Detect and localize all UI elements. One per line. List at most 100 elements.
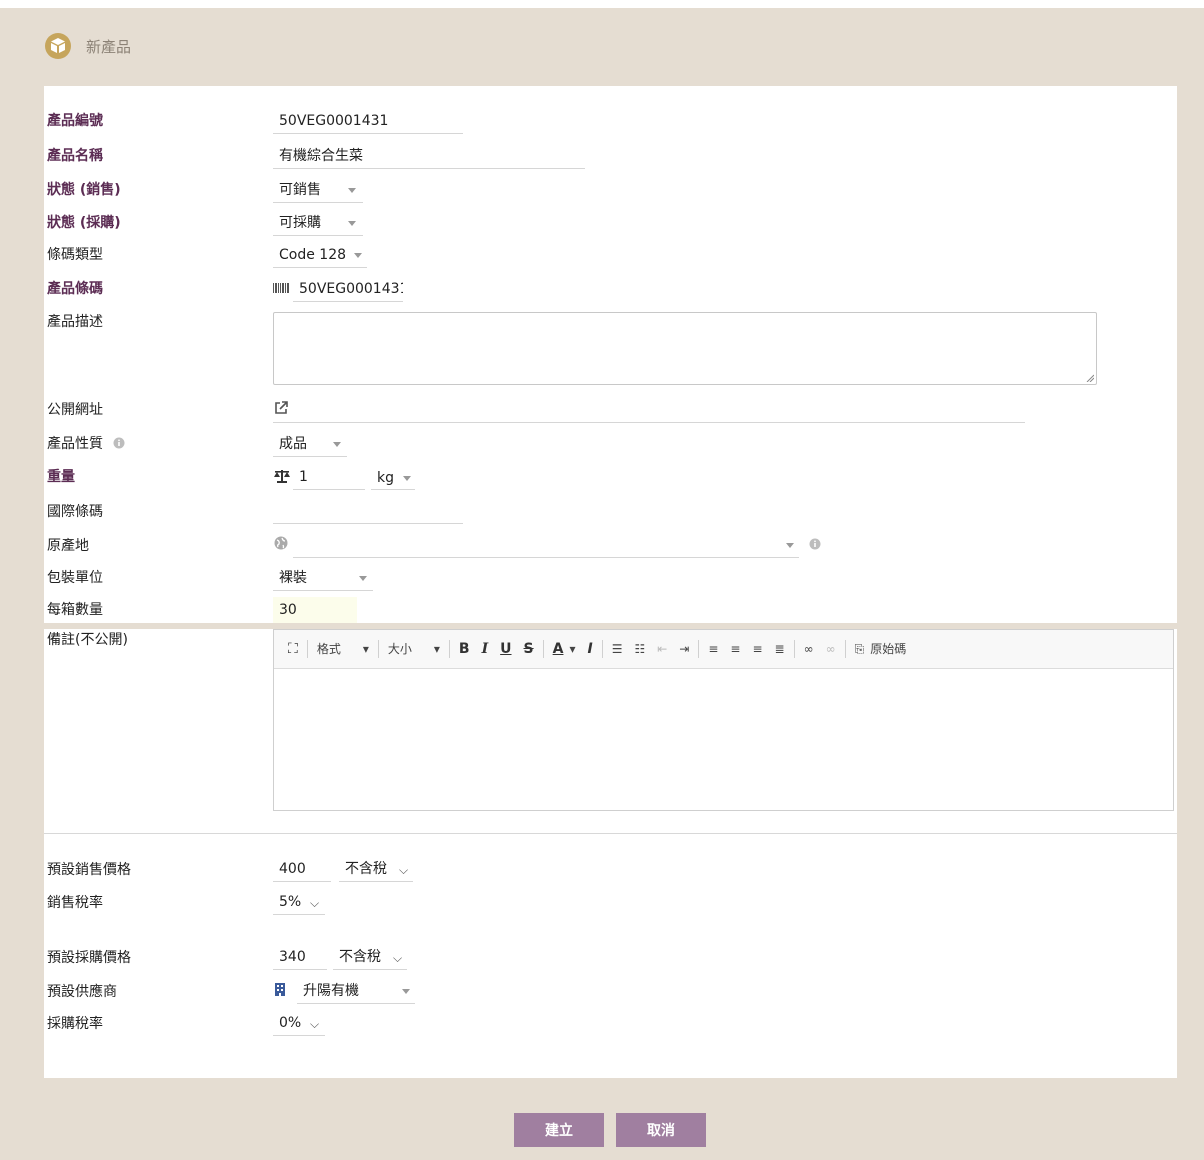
- size-dropdown[interactable]: 大小: [382, 640, 418, 658]
- sale-price-input[interactable]: 400: [279, 860, 306, 878]
- align-center-icon[interactable]: ≡: [724, 640, 746, 658]
- strikethrough-icon[interactable]: S: [518, 640, 540, 658]
- purchase-price-label: 預設採購價格: [47, 950, 131, 966]
- description-label: 產品描述: [47, 314, 103, 330]
- chevron-down-icon[interactable]: [786, 543, 794, 548]
- product-barcode-input[interactable]: 50VEG0001431: [299, 280, 403, 298]
- sale-status-label: 狀態 (銷售): [47, 182, 121, 198]
- remove-format-icon[interactable]: I: [581, 640, 598, 658]
- bulleted-list-icon[interactable]: ☷: [628, 640, 651, 658]
- chevron-down-icon[interactable]: ⌵: [310, 1015, 319, 1033]
- italic-icon[interactable]: I: [476, 640, 495, 658]
- toolbar-separator: [698, 640, 700, 658]
- justify-icon[interactable]: ≣: [769, 640, 791, 658]
- underline-icon[interactable]: U: [494, 640, 517, 658]
- product-nature-label: 產品性質: [47, 436, 103, 452]
- maximize-icon[interactable]: ⛶: [274, 640, 304, 658]
- chevron-down-icon[interactable]: ▾: [347, 640, 375, 658]
- link-icon[interactable]: ∞: [798, 640, 820, 658]
- indent-icon[interactable]: ⇥: [673, 640, 695, 658]
- chevron-down-icon[interactable]: ⌵: [310, 894, 319, 912]
- info-icon[interactable]: [113, 437, 125, 449]
- sale-tax-label: 銷售稅率: [47, 895, 103, 911]
- chevron-down-icon[interactable]: [333, 442, 341, 447]
- toolbar-separator: [448, 640, 450, 658]
- purchase-tax-select[interactable]: 0%: [279, 1014, 301, 1032]
- purchase-status-label: 狀態 (採購): [47, 215, 121, 231]
- per-box-value: 30: [279, 602, 297, 618]
- building-icon: [275, 983, 285, 996]
- weight-unit-select[interactable]: kg: [377, 469, 394, 487]
- chevron-down-icon[interactable]: ⌵: [393, 949, 402, 967]
- notes-editor[interactable]: ⛶ 格式 ▾ 大小 ▾ B I U S A ▾ I ☰ ☷ ⇤ ⇥ ≡ ≡ ≡ …: [273, 629, 1174, 811]
- external-link-icon[interactable]: [274, 401, 288, 415]
- box-icon: [45, 33, 71, 59]
- barcode-type-select[interactable]: Code 128: [279, 246, 346, 264]
- chevron-down-icon[interactable]: [348, 188, 356, 193]
- sale-status-underline: [273, 202, 363, 203]
- public-url-label: 公開網址: [47, 402, 103, 418]
- toolbar-separator: [542, 640, 544, 658]
- origin-select[interactable]: [293, 557, 799, 558]
- chevron-down-icon[interactable]: [354, 253, 362, 258]
- purchase-price-input[interactable]: 340: [279, 948, 306, 966]
- align-left-icon[interactable]: ≡: [702, 640, 724, 658]
- chevron-down-icon[interactable]: ▾: [418, 640, 446, 658]
- purchase-status-select[interactable]: 可採購: [279, 214, 321, 232]
- purchase-tax-label: 採購稅率: [47, 1016, 103, 1032]
- bold-icon[interactable]: B: [453, 640, 476, 658]
- sale-tax-mode-select[interactable]: 不含稅: [345, 860, 387, 878]
- form-card: [44, 86, 1177, 1078]
- product-barcode-label: 產品條碼: [47, 281, 103, 297]
- sale-status-select[interactable]: 可銷售: [279, 181, 321, 199]
- weight-input[interactable]: 1: [299, 468, 308, 486]
- purchase-tax-mode-underline: [333, 969, 407, 970]
- sale-tax-underline: [273, 914, 325, 915]
- weight-underline: [293, 489, 365, 490]
- packaging-underline: [273, 590, 373, 591]
- sale-tax-mode-underline: [339, 881, 413, 882]
- numbered-list-icon[interactable]: ☰: [606, 640, 629, 658]
- chevron-down-icon[interactable]: [348, 221, 356, 226]
- source-button[interactable]: 原始碼: [870, 640, 912, 658]
- product-nature-select[interactable]: 成品: [279, 435, 307, 453]
- chevron-down-icon[interactable]: ▾: [569, 640, 581, 658]
- product-nature-underline: [273, 456, 347, 457]
- product-name-input[interactable]: 有機綜合生菜: [279, 147, 363, 165]
- product-code-underline: [273, 133, 463, 134]
- origin-label: 原產地: [47, 538, 89, 554]
- sale-price-underline: [273, 881, 331, 882]
- product-barcode-underline: [293, 301, 403, 302]
- outdent-icon[interactable]: ⇤: [651, 640, 673, 658]
- create-button[interactable]: 建立: [514, 1113, 604, 1147]
- text-color-icon[interactable]: A: [547, 640, 570, 658]
- chevron-down-icon[interactable]: [402, 989, 410, 994]
- intl-barcode-label: 國際條碼: [47, 504, 103, 520]
- purchase-tax-mode-select[interactable]: 不含稅: [339, 948, 381, 966]
- purchase-price-underline: [273, 969, 327, 970]
- chevron-down-icon[interactable]: [403, 476, 411, 481]
- chevron-down-icon[interactable]: [359, 576, 367, 581]
- sale-tax-select[interactable]: 5%: [279, 893, 301, 911]
- chevron-down-icon[interactable]: ⌵: [399, 861, 408, 879]
- intl-barcode-input[interactable]: [273, 523, 463, 524]
- unlink-icon[interactable]: ∞: [820, 640, 842, 658]
- packaging-label: 包裝單位: [47, 570, 103, 586]
- description-textarea[interactable]: [273, 312, 1097, 385]
- page-header: 新產品: [44, 32, 131, 60]
- supplier-select[interactable]: 升陽有機: [303, 982, 359, 1000]
- scale-icon: [274, 470, 290, 483]
- notes-label: 備註(不公開): [47, 632, 128, 648]
- purchase-status-underline: [273, 235, 363, 236]
- supplier-underline: [297, 1003, 415, 1004]
- cancel-button[interactable]: 取消: [616, 1113, 706, 1147]
- public-url-underline[interactable]: [273, 422, 1025, 423]
- packaging-select[interactable]: 裸裝: [279, 569, 307, 587]
- product-code-label: 產品編號: [47, 113, 103, 129]
- align-right-icon[interactable]: ≡: [746, 640, 768, 658]
- source-icon[interactable]: ⎘: [849, 640, 871, 658]
- resize-handle-icon[interactable]: [1086, 374, 1094, 382]
- info-icon[interactable]: [809, 538, 821, 550]
- product-code-input[interactable]: 50VEG0001431: [279, 112, 388, 130]
- format-dropdown[interactable]: 格式: [311, 640, 347, 658]
